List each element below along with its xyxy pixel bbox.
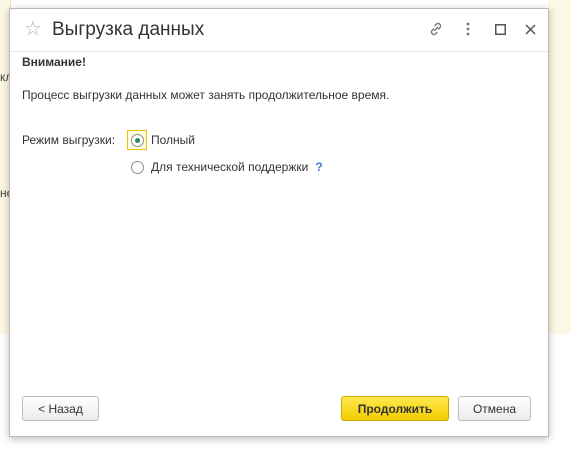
radio-button-unchecked[interactable] [130,160,144,174]
titlebar-divider [10,51,548,52]
export-dialog: ☆ Выгрузка данных Внимание! Процесс выгр… [9,8,549,437]
radio-label-full: Полный [151,133,195,147]
radio-option-support[interactable]: Для технической поддержки ? [127,157,323,177]
radio-focus-frame[interactable] [127,130,147,150]
attention-heading: Внимание! [22,55,86,69]
continue-button[interactable]: Продолжить [341,396,449,421]
close-icon[interactable] [521,20,539,38]
radio-frame[interactable] [127,157,147,177]
star-icon[interactable]: ☆ [24,18,42,40]
info-message: Процесс выгрузки данных может занять про… [22,88,390,102]
background-panel-right [548,0,571,334]
export-mode-label: Режим выгрузки: [22,133,116,147]
help-icon[interactable]: ? [315,160,322,174]
radio-option-full[interactable]: Полный [127,130,195,150]
more-icon[interactable] [459,20,477,38]
cancel-button[interactable]: Отмена [458,396,531,421]
titlebar: ☆ Выгрузка данных [10,9,548,51]
back-button[interactable]: < Назад [22,396,99,421]
maximize-icon[interactable] [491,20,509,38]
window-title: Выгрузка данных [52,19,205,40]
link-icon[interactable] [427,20,445,38]
radio-dot [134,137,140,143]
radio-label-support: Для технической поддержки [151,160,309,174]
radio-button-checked[interactable] [130,133,144,147]
